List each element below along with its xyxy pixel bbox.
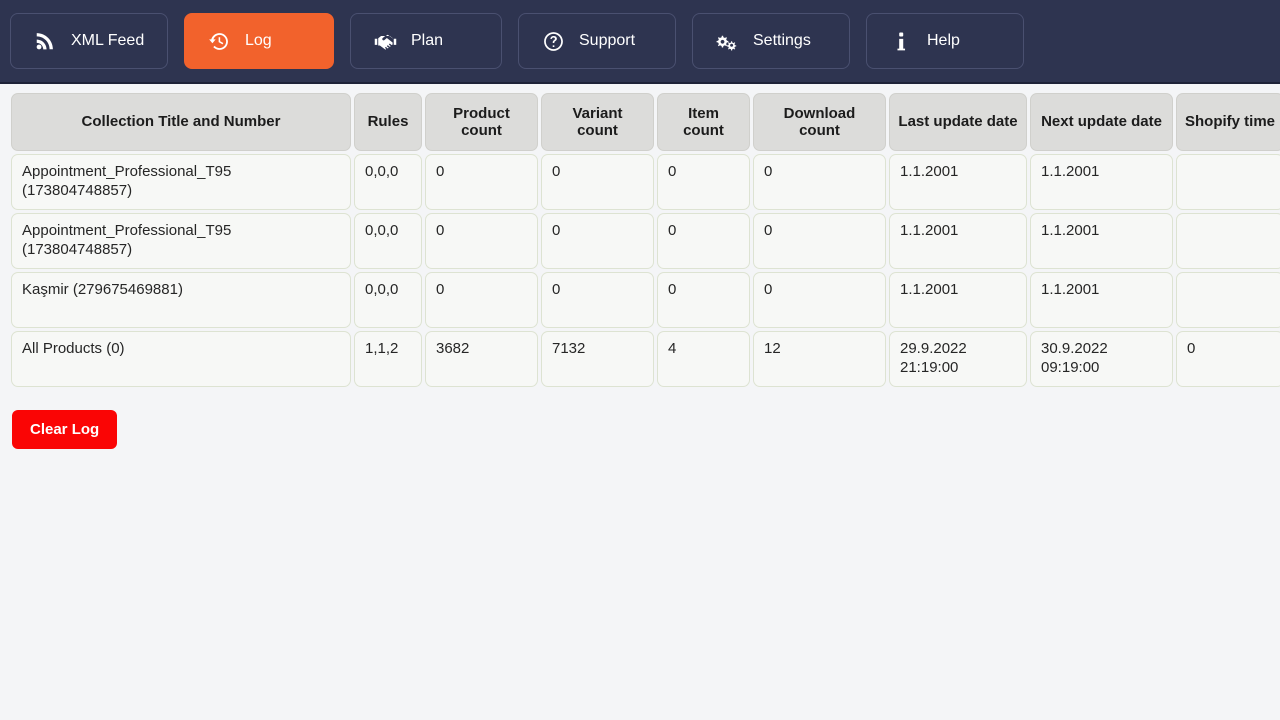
cell-item-count: 4 xyxy=(657,331,750,387)
collection-title-text: Appointment_Professional_T95 xyxy=(22,222,232,239)
collection-title-text: Appointment_Professional_T95 xyxy=(22,163,232,180)
column-header-rules[interactable]: Rules xyxy=(354,93,422,151)
date-text: 1.1.2001 xyxy=(1041,281,1100,298)
cell-shopify-time xyxy=(1176,213,1280,269)
cell-rules: 0,0,0 xyxy=(354,213,422,269)
cell-collection-title: Appointment_Professional_T95 (17380474885… xyxy=(11,154,351,210)
question-circle-icon xyxy=(541,29,565,53)
cell-download-count: 0 xyxy=(753,213,886,269)
top-navigation-bar: XML Feed Log Plan Support Settings Help xyxy=(0,0,1280,84)
column-header-shopify-time[interactable]: Shopify time xyxy=(1176,93,1280,151)
time-text: 09:19:00 xyxy=(1041,358,1100,376)
cell-item-count: 0 xyxy=(657,213,750,269)
date-text: 1.1.2001 xyxy=(1041,222,1100,239)
cell-variant-count: 0 xyxy=(541,213,654,269)
cell-download-count: 0 xyxy=(753,154,886,210)
clear-log-button[interactable]: Clear Log xyxy=(12,410,118,449)
cell-variant-count: 0 xyxy=(541,154,654,210)
nav-item-xml-feed[interactable]: XML Feed xyxy=(10,13,168,69)
cell-product-count: 0 xyxy=(425,272,538,328)
cell-product-count: 0 xyxy=(425,154,538,210)
nav-item-label: Help xyxy=(927,32,960,49)
collection-number-text: (173804748857) xyxy=(22,181,133,199)
cell-shopify-time: 0 xyxy=(1176,331,1280,387)
column-header-last-update-date[interactable]: Last update date xyxy=(889,93,1027,151)
date-text: 1.1.2001 xyxy=(1041,163,1100,180)
date-text: 1.1.2001 xyxy=(900,222,959,239)
cell-download-count: 12 xyxy=(753,331,886,387)
collection-title-text: Kaşmir (279675469881) xyxy=(22,281,183,298)
history-icon xyxy=(207,29,231,53)
cell-last-update-date: 1.1.2001 xyxy=(889,272,1027,328)
nav-item-help[interactable]: Help xyxy=(866,13,1024,69)
cell-item-count: 0 xyxy=(657,272,750,328)
cell-shopify-time xyxy=(1176,154,1280,210)
handshake-icon xyxy=(373,29,397,53)
cell-variant-count: 0 xyxy=(541,272,654,328)
nav-item-label: XML Feed xyxy=(71,32,145,49)
log-table: Collection Title and Number Rules Produc… xyxy=(8,90,1280,390)
cell-last-update-date: 1.1.2001 xyxy=(889,213,1027,269)
table-row[interactable]: Appointment_Professional_T95 (17380474885… xyxy=(11,213,1280,269)
table-row[interactable]: Kaşmir (279675469881) 0,0,0 0 0 0 0 1.1.2001 1.… xyxy=(11,272,1280,328)
collection-number-text: (173804748857) xyxy=(22,240,133,258)
nav-item-settings[interactable]: Settings xyxy=(692,13,850,69)
nav-item-log[interactable]: Log xyxy=(184,13,334,69)
cell-next-update-date: 1.1.2001 xyxy=(1030,272,1173,328)
nav-item-label: Settings xyxy=(753,32,811,49)
nav-item-label: Support xyxy=(579,32,636,49)
column-header-variant-count[interactable]: Variant count xyxy=(541,93,654,151)
cell-download-count: 0 xyxy=(753,272,886,328)
column-header-item-count[interactable]: Item count xyxy=(657,93,750,151)
column-header-next-update-date[interactable]: Next update date xyxy=(1030,93,1173,151)
cell-collection-title: Appointment_Professional_T95 (17380474885… xyxy=(11,213,351,269)
cell-collection-title: All Products (0) xyxy=(11,331,351,387)
table-row[interactable]: All Products (0) 1,1,2 3682 7132 4 12 29.9.202… xyxy=(11,331,1280,387)
cell-rules: 1,1,2 xyxy=(354,331,422,387)
cell-rules: 0,0,0 xyxy=(354,154,422,210)
date-text: 1.1.2001 xyxy=(900,281,959,298)
date-text: 29.9.2022 xyxy=(900,340,967,357)
rss-icon xyxy=(33,29,57,53)
nav-item-label: Log xyxy=(245,32,272,49)
date-text: 1.1.2001 xyxy=(900,163,959,180)
time-text: 21:19:00 xyxy=(900,358,959,376)
cell-product-count: 3682 xyxy=(425,331,538,387)
cell-rules: 0,0,0 xyxy=(354,272,422,328)
nav-item-label: Plan xyxy=(411,32,444,49)
table-header-row: Collection Title and Number Rules Produc… xyxy=(11,93,1280,151)
column-header-collection-title[interactable]: Collection Title and Number xyxy=(11,93,351,151)
nav-item-support[interactable]: Support xyxy=(518,13,676,69)
info-icon xyxy=(889,29,913,53)
cell-next-update-date: 30.9.2022 09:19:00 xyxy=(1030,331,1173,387)
cell-shopify-time xyxy=(1176,272,1280,328)
column-header-download-count[interactable]: Download count xyxy=(753,93,886,151)
cell-collection-title: Kaşmir (279675469881) xyxy=(11,272,351,328)
actions-bar: Clear Log xyxy=(0,390,1280,449)
cell-last-update-date: 1.1.2001 xyxy=(889,154,1027,210)
cell-product-count: 0 xyxy=(425,213,538,269)
cell-variant-count: 7132 xyxy=(541,331,654,387)
date-text: 30.9.2022 xyxy=(1041,340,1108,357)
log-table-container: Collection Title and Number Rules Produc… xyxy=(0,84,1280,390)
cell-next-update-date: 1.1.2001 xyxy=(1030,154,1173,210)
cogs-icon xyxy=(715,29,739,53)
cell-next-update-date: 1.1.2001 xyxy=(1030,213,1173,269)
cell-last-update-date: 29.9.2022 21:19:00 xyxy=(889,331,1027,387)
column-header-product-count[interactable]: Product count xyxy=(425,93,538,151)
nav-item-plan[interactable]: Plan xyxy=(350,13,502,69)
cell-item-count: 0 xyxy=(657,154,750,210)
collection-title-text: All Products (0) xyxy=(22,340,125,357)
table-row[interactable]: Appointment_Professional_T95 (17380474885… xyxy=(11,154,1280,210)
